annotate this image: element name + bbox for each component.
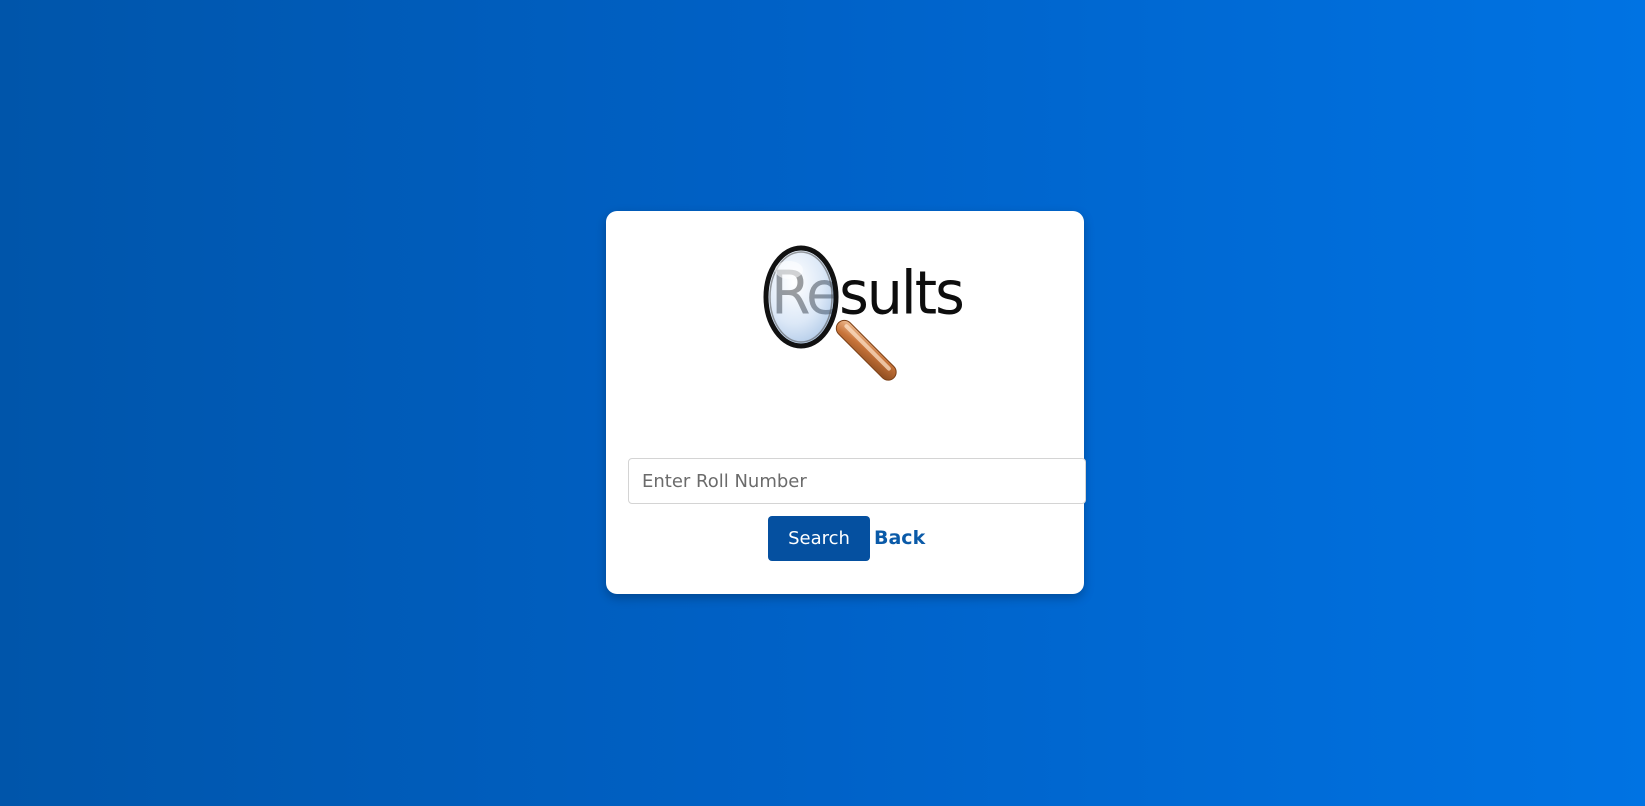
back-link[interactable]: Back <box>874 527 925 549</box>
results-logo: Results <box>763 242 965 381</box>
roll-number-input[interactable] <box>628 458 1086 504</box>
results-search-card: Results Enter Roll Number Search Back <box>606 211 1086 594</box>
magnifying-glass-icon <box>763 245 897 381</box>
search-button[interactable]: Search <box>768 516 870 561</box>
